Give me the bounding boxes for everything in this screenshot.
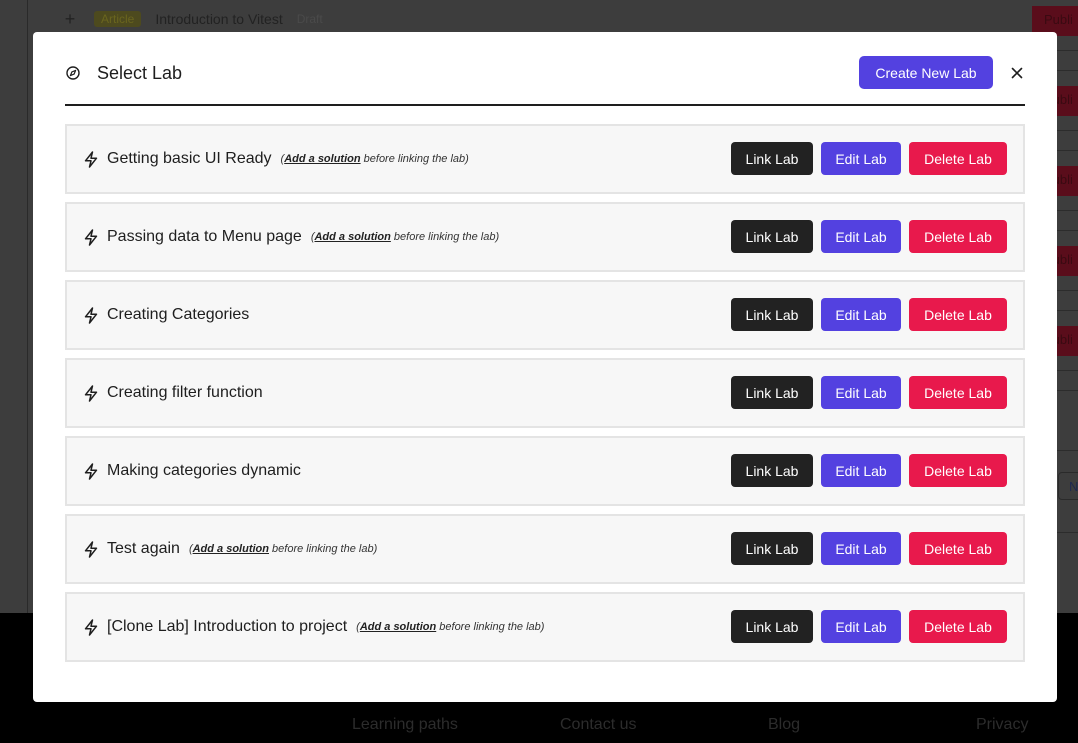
bolt-icon — [84, 463, 98, 480]
lab-list: Getting basic UI Ready (Add a solution b… — [65, 124, 1025, 670]
add-solution-link[interactable]: Add a solution — [360, 621, 436, 633]
lab-item: Test again (Add a solution before linkin… — [65, 514, 1025, 584]
lab-name: Making categories dynamic — [107, 462, 301, 479]
bolt-icon — [84, 619, 98, 636]
compass-icon — [66, 66, 80, 80]
create-new-lab-button[interactable]: Create New Lab — [859, 56, 993, 89]
lab-name: Creating filter function — [107, 384, 263, 401]
lab-actions: Link Lab Edit Lab Delete Lab — [731, 298, 1007, 331]
lab-name: [Clone Lab] Introduction to project — [107, 618, 348, 635]
background-title: Introduction to Vitest — [155, 11, 283, 27]
background-pill: N — [1058, 472, 1078, 500]
lab-actions: Link Lab Edit Lab Delete Lab — [731, 532, 1007, 565]
solution-note: (Add a solution before linking the lab) — [310, 231, 500, 243]
background-status: Draft — [296, 12, 323, 26]
lab-text: Creating Categories — [107, 282, 249, 348]
lab-name: Getting basic UI Ready — [107, 150, 272, 167]
edit-lab-button[interactable]: Edit Lab — [821, 298, 901, 331]
delete-lab-button[interactable]: Delete Lab — [909, 532, 1007, 565]
modal-title: Select Lab — [97, 63, 183, 83]
background-badge: Article — [94, 11, 142, 27]
link-lab-button[interactable]: Link Lab — [731, 142, 813, 175]
add-solution-link[interactable]: Add a solution — [314, 231, 390, 243]
lab-actions: Link Lab Edit Lab Delete Lab — [731, 220, 1007, 253]
solution-note-text: before linking the lab — [360, 153, 466, 165]
solution-note: (Add a solution before linking the lab) — [356, 621, 545, 633]
bolt-icon — [84, 307, 98, 324]
lab-text: Creating filter function — [107, 360, 263, 426]
edit-lab-button[interactable]: Edit Lab — [821, 610, 901, 643]
delete-lab-button[interactable]: Delete Lab — [909, 454, 1007, 487]
delete-lab-button[interactable]: Delete Lab — [909, 610, 1007, 643]
link-lab-button[interactable]: Link Lab — [731, 220, 813, 253]
add-solution-link[interactable]: Add a solution — [193, 543, 269, 555]
close-icon — [1011, 67, 1023, 79]
lab-item: Making categories dynamic Link Lab Edit … — [65, 436, 1025, 506]
edit-lab-button[interactable]: Edit Lab — [821, 220, 901, 253]
footer-link: Contact us — [560, 716, 637, 733]
bolt-icon — [84, 229, 98, 246]
solution-note: (Add a solution before linking the lab) — [188, 543, 378, 555]
lab-actions: Link Lab Edit Lab Delete Lab — [731, 454, 1007, 487]
edit-lab-button[interactable]: Edit Lab — [821, 532, 901, 565]
edit-lab-button[interactable]: Edit Lab — [821, 142, 901, 175]
link-lab-button[interactable]: Link Lab — [731, 454, 813, 487]
solution-note-text: before linking the lab — [390, 231, 496, 243]
plus-icon: + — [64, 8, 76, 29]
delete-lab-button[interactable]: Delete Lab — [909, 298, 1007, 331]
footer-link: Privacy — [976, 716, 1029, 733]
lab-item: [Clone Lab] Introduction to project (Add… — [65, 592, 1025, 662]
lab-name: Creating Categories — [107, 306, 250, 323]
lab-actions: Link Lab Edit Lab Delete Lab — [731, 376, 1007, 409]
link-lab-button[interactable]: Link Lab — [731, 298, 813, 331]
background-divider — [27, 0, 28, 613]
delete-lab-button[interactable]: Delete Lab — [909, 376, 1007, 409]
footer-link: Blog — [768, 716, 801, 733]
solution-note: (Add a solution before linking the lab) — [280, 153, 469, 165]
edit-lab-button[interactable]: Edit Lab — [821, 376, 901, 409]
add-solution-link[interactable]: Add a solution — [284, 153, 360, 165]
bolt-icon — [84, 151, 98, 168]
lab-actions: Link Lab Edit Lab Delete Lab — [731, 610, 1007, 643]
lab-item: Creating filter function Link Lab Edit L… — [65, 358, 1025, 428]
link-lab-button[interactable]: Link Lab — [731, 610, 813, 643]
delete-lab-button[interactable]: Delete Lab — [909, 142, 1007, 175]
lab-name: Test again — [107, 540, 180, 557]
solution-note-text: before linking the lab — [269, 543, 374, 555]
lab-item: Creating Categories Link Lab Edit Lab De… — [65, 280, 1025, 350]
lab-text: Getting basic UI Ready (Add a solution b… — [107, 126, 469, 192]
edit-lab-button[interactable]: Edit Lab — [821, 454, 901, 487]
select-lab-modal: Select Lab Create New Lab Getting basic … — [33, 32, 1057, 702]
lab-text: Test again (Add a solution before linkin… — [107, 516, 377, 582]
lab-item: Passing data to Menu page (Add a solutio… — [65, 202, 1025, 272]
close-button[interactable] — [1007, 63, 1027, 83]
lab-text: [Clone Lab] Introduction to project (Add… — [107, 594, 544, 660]
lab-name: Passing data to Menu page — [107, 228, 302, 245]
link-lab-button[interactable]: Link Lab — [731, 376, 813, 409]
footer-link: Learning paths — [352, 716, 458, 733]
background-article-row: + Article Introduction to Vitest Draft — [60, 8, 323, 30]
solution-note-text: before linking the lab — [436, 621, 541, 633]
modal-header: Select Lab Create New Lab — [65, 56, 1025, 106]
lab-actions: Link Lab Edit Lab Delete Lab — [731, 142, 1007, 175]
lab-text: Making categories dynamic — [107, 438, 301, 504]
delete-lab-button[interactable]: Delete Lab — [909, 220, 1007, 253]
lab-text: Passing data to Menu page (Add a solutio… — [107, 204, 499, 270]
lab-item: Getting basic UI Ready (Add a solution b… — [65, 124, 1025, 194]
link-lab-button[interactable]: Link Lab — [731, 532, 813, 565]
bolt-icon — [84, 385, 98, 402]
bolt-icon — [84, 541, 98, 558]
